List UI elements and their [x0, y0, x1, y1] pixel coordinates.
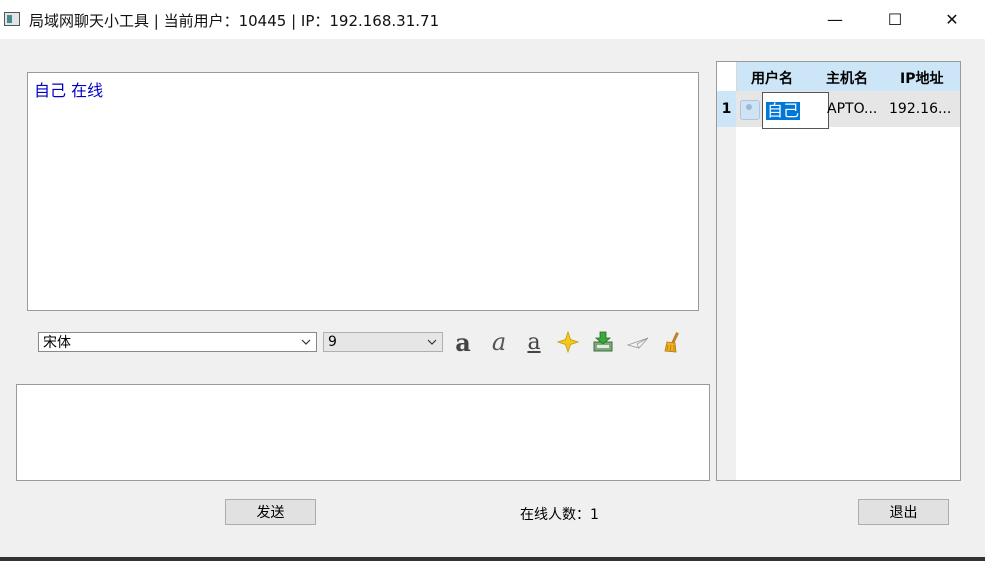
underline-icon[interactable]: a — [522, 330, 546, 355]
ip-cell: 192.16... — [889, 101, 952, 117]
font-family-select[interactable]: 宋体 — [38, 332, 317, 352]
color-star-icon[interactable] — [556, 330, 580, 354]
table-corner-button[interactable] — [717, 62, 737, 91]
send-button[interactable]: 发送 — [225, 499, 316, 525]
font-size-value: 9 — [328, 334, 337, 350]
font-family-value: 宋体 — [43, 335, 71, 351]
message-input[interactable] — [16, 384, 710, 481]
save-icon[interactable] — [591, 330, 615, 354]
font-size-select[interactable]: 9 — [323, 332, 443, 352]
table-row[interactable]: 自己 APTO... 192.16... — [736, 91, 960, 129]
table-header: 用户名 主机名 IP地址 — [717, 62, 960, 91]
window-title: 局域网聊天小工具 | 当前用户：10445 | IP：192.168.31.71 — [29, 12, 440, 30]
username-edit-text: 自己 — [766, 101, 801, 120]
minimize-button[interactable]: — — [810, 0, 860, 39]
send-file-icon[interactable] — [626, 330, 650, 354]
row-header[interactable]: 1 — [717, 91, 736, 127]
italic-icon[interactable]: a — [487, 328, 511, 356]
row-header-gutter — [717, 91, 736, 480]
app-icon — [4, 12, 20, 26]
chat-message: 自己 在线 — [34, 81, 104, 100]
window-border — [0, 557, 985, 561]
bold-icon[interactable]: a — [451, 328, 475, 357]
close-button[interactable]: ✕ — [927, 0, 977, 39]
column-header-hostname[interactable]: 主机名 — [826, 68, 868, 88]
clear-broom-icon[interactable] — [661, 330, 685, 354]
chevron-down-icon — [426, 336, 438, 351]
hostname-cell: APTO... — [827, 101, 878, 117]
chat-history[interactable]: 自己 在线 — [27, 72, 699, 311]
column-header-username[interactable]: 用户名 — [751, 68, 793, 88]
username-edit-field[interactable]: 自己 — [762, 92, 829, 129]
user-list-table[interactable]: 用户名 主机名 IP地址 1 自己 APTO... 192.16... — [716, 61, 961, 481]
online-count-label: 在线人数：1 — [520, 507, 599, 523]
quit-button[interactable]: 退出 — [858, 499, 949, 525]
column-header-ip[interactable]: IP地址 — [900, 68, 943, 88]
user-avatar-icon — [740, 100, 760, 120]
title-bar: 局域网聊天小工具 | 当前用户：10445 | IP：192.168.31.71… — [0, 0, 985, 39]
maximize-button[interactable]: ☐ — [870, 0, 920, 39]
chevron-down-icon — [300, 336, 312, 351]
